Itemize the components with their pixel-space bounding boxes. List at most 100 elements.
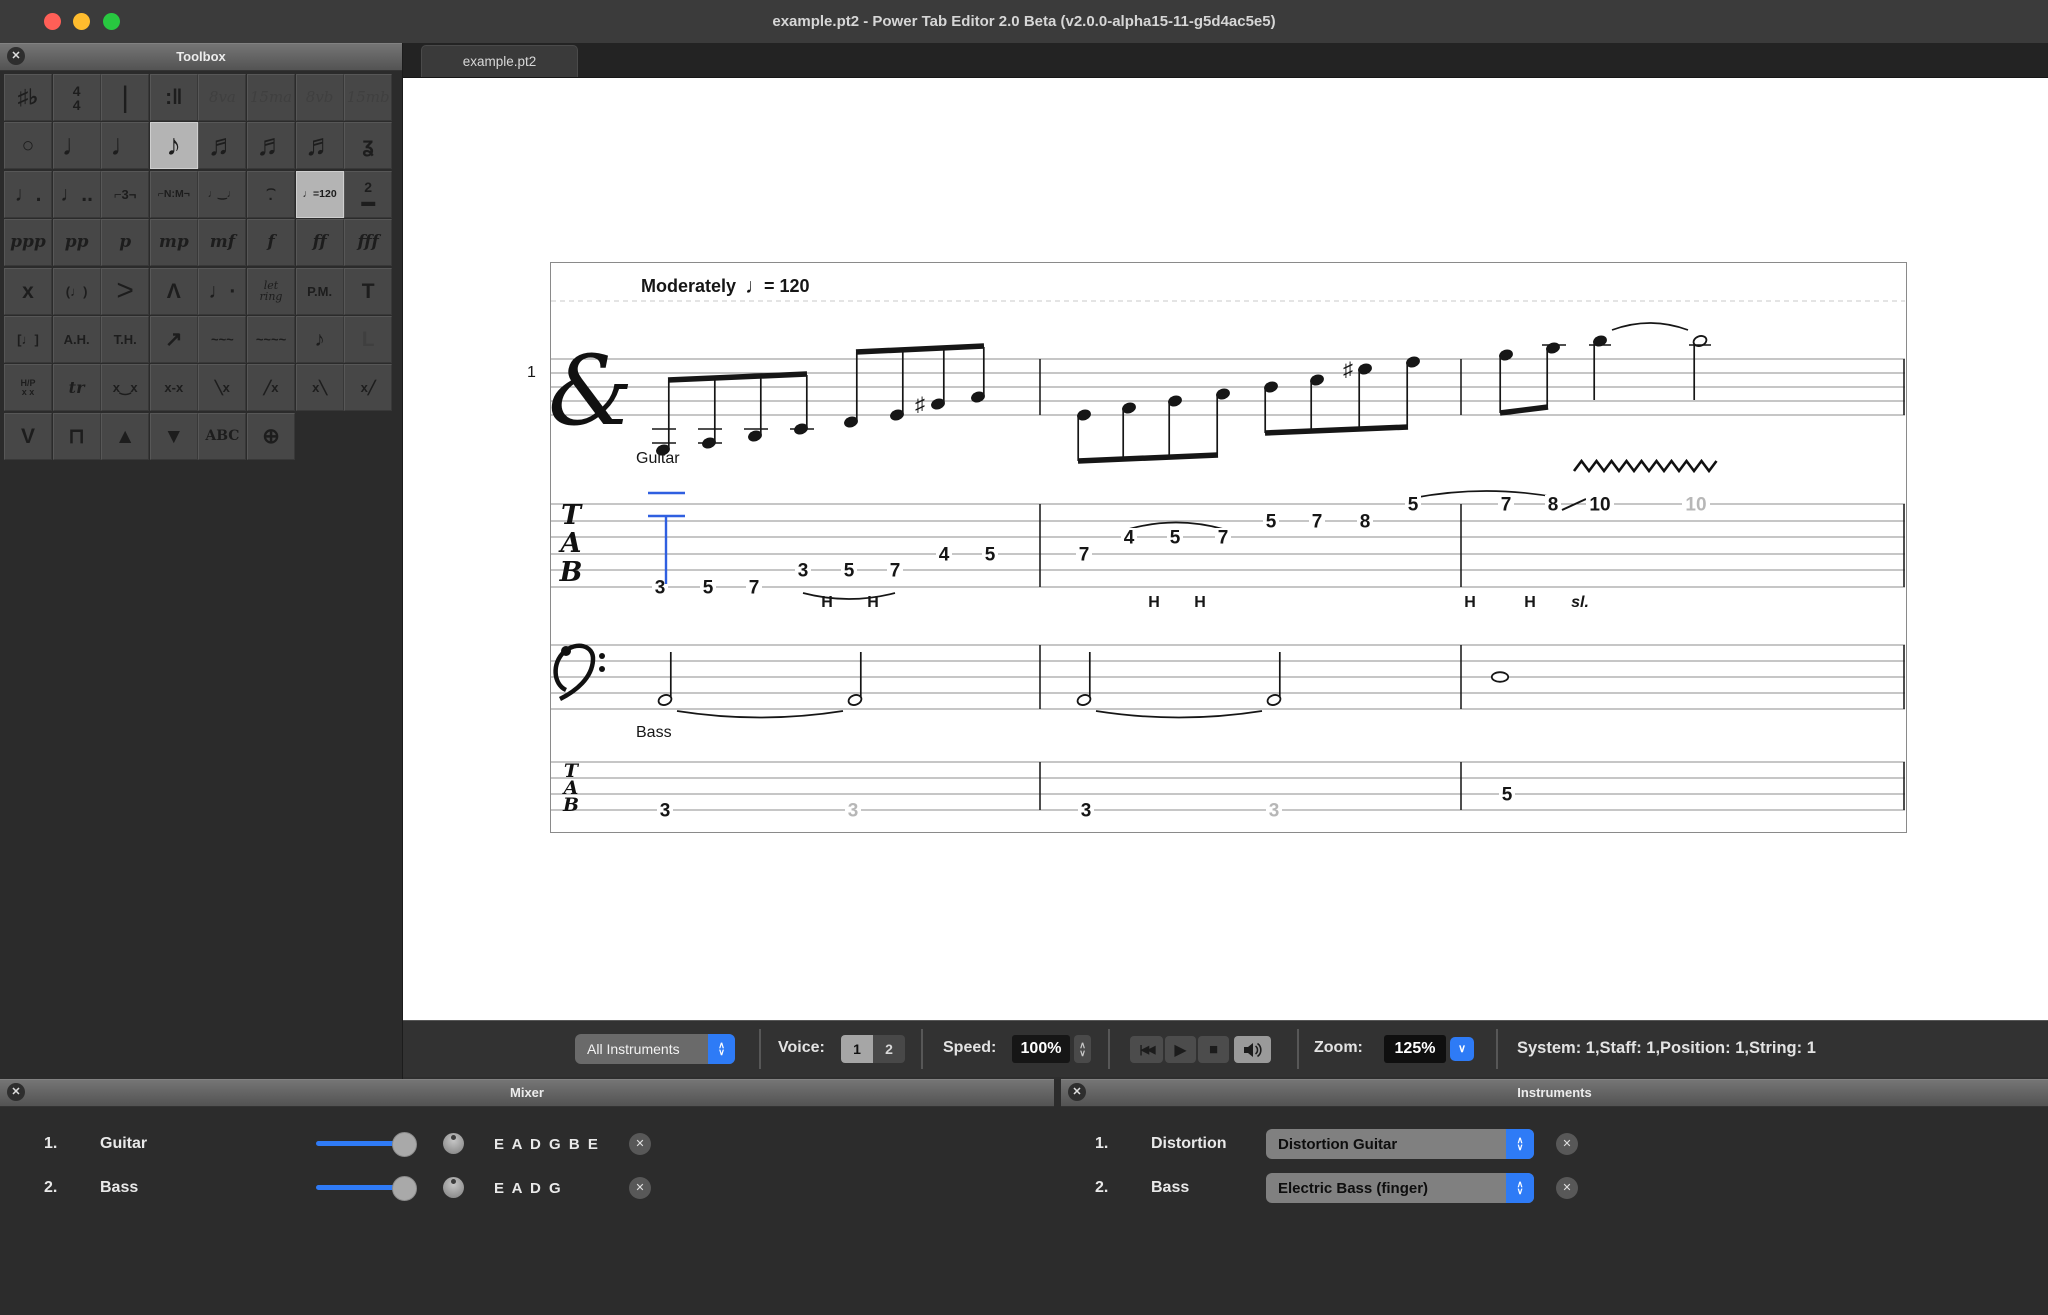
tuning-label: E A D G: [494, 1180, 563, 1197]
voice-2-button[interactable]: 2: [873, 1035, 905, 1063]
tuning-label: E A D G B E: [494, 1136, 600, 1153]
app-window: example.pt2 - Power Tab Editor 2.0 Beta …: [0, 0, 2048, 1315]
guitar-tab-number: 7: [1079, 545, 1090, 566]
pan-knob[interactable]: [443, 1177, 464, 1198]
notehead: [1492, 672, 1508, 682]
playback-toolbar: All Instruments ∧∨ Voice: 1 2 Speed: 100…: [403, 1020, 2048, 1077]
bass-clef-icon: [599, 653, 605, 659]
tab-clef-icon: T: [561, 500, 583, 531]
technique-label: H: [1464, 594, 1476, 611]
divider: [1297, 1029, 1299, 1069]
remove-player-button[interactable]: ✕: [629, 1177, 651, 1199]
volume-slider-handle[interactable]: [392, 1176, 417, 1201]
instruments-title: Instruments: [1517, 1085, 1591, 1100]
remove-player-button[interactable]: ✕: [629, 1133, 651, 1155]
speed-label: Speed:: [943, 1039, 996, 1057]
volume-slider-handle[interactable]: [392, 1132, 417, 1157]
close-icon[interactable]: ✕: [7, 1083, 25, 1101]
tempo-value: = 120: [764, 276, 810, 296]
technique-label: H: [821, 594, 833, 611]
bass-staff-label: Bass: [636, 724, 672, 741]
mixer-row-number: 2.: [44, 1179, 57, 1197]
technique-label: sl.: [1571, 594, 1589, 611]
technique-label: H: [1524, 594, 1536, 611]
instrument-row-number: 2.: [1095, 1179, 1108, 1197]
instrument-row-name: Distortion: [1151, 1135, 1227, 1153]
status-text: System: 1,Staff: 1,Position: 1,String: 1: [1517, 1039, 1816, 1058]
mixer-row-number: 1.: [44, 1135, 57, 1153]
stop-button[interactable]: ■: [1198, 1036, 1229, 1063]
play-button[interactable]: ▶: [1165, 1036, 1196, 1063]
guitar-tab-number: 4: [1124, 528, 1135, 549]
guitar-tab-number: 4: [939, 545, 950, 566]
remove-instrument-button[interactable]: ✕: [1556, 1177, 1578, 1199]
guitar-tab-number: 10: [1589, 495, 1610, 516]
bass-tab-number: 3: [660, 801, 671, 822]
score-page: [551, 263, 1907, 833]
all-instruments-select[interactable]: All Instruments ∧∨: [575, 1034, 735, 1064]
voice-1-button[interactable]: 1: [841, 1035, 873, 1063]
instruments-panel: ✕ Instruments 1. Distortion Distortion G…: [1061, 1079, 2048, 1107]
guitar-tab-number: 7: [749, 578, 760, 599]
divider: [921, 1029, 923, 1069]
bass-tab-number: 3: [848, 801, 859, 822]
close-icon[interactable]: ✕: [1068, 1083, 1086, 1101]
divider: [1496, 1029, 1498, 1069]
guitar-tab-number: 7: [1312, 512, 1323, 533]
technique-label: H: [1148, 594, 1160, 611]
guitar-tab-number: 7: [890, 561, 901, 582]
tempo-text: Moderately: [641, 276, 736, 296]
select-chevrons-icon: ∧∨: [708, 1034, 735, 1064]
zoom-value[interactable]: 125%: [1384, 1035, 1446, 1063]
bass-tab-number: 5: [1502, 785, 1513, 806]
bass-tab-number: 3: [1081, 801, 1092, 822]
technique-label: H: [1194, 594, 1206, 611]
voice-label: Voice:: [778, 1039, 825, 1057]
bass-tab-number: 3: [1269, 801, 1280, 822]
zoom-label: Zoom:: [1314, 1039, 1363, 1057]
mixer-row-name: Guitar: [100, 1135, 147, 1153]
guitar-tab-number: 3: [798, 561, 809, 582]
tab-clef-icon: B: [562, 794, 579, 816]
guitar-tab-number: 10: [1685, 495, 1706, 516]
guitar-tab-number: 8: [1548, 495, 1559, 516]
tempo-note-icon: ♩: [745, 275, 766, 298]
rewind-button[interactable]: |◀◀: [1130, 1036, 1163, 1063]
bottom-panels: ✕ Mixer 1. Guitar E A D G B E ✕ 2. Bass …: [0, 1079, 2048, 1315]
volume-button[interactable]: [1234, 1036, 1271, 1063]
guitar-tab-number: 5: [1170, 528, 1181, 549]
guitar-tab-number: 7: [1218, 528, 1229, 549]
guitar-tab-number: 5: [844, 561, 855, 582]
mixer-header: ✕ Mixer: [0, 1079, 1054, 1107]
guitar-tab-number: 5: [1408, 495, 1419, 516]
bass-clef-icon: [599, 666, 605, 672]
instrument-preset-label: Distortion Guitar: [1266, 1136, 1506, 1153]
speed-value[interactable]: 100%: [1012, 1035, 1070, 1063]
instrument-row-name: Bass: [1151, 1179, 1189, 1197]
instrument-preset-select[interactable]: Distortion Guitar ∧∨: [1266, 1129, 1534, 1159]
mixer-title: Mixer: [510, 1085, 544, 1100]
bass-clef-icon: [561, 646, 571, 656]
instrument-preset-label: Electric Bass (finger): [1266, 1180, 1506, 1197]
sharp-sign: ♯: [1343, 359, 1353, 381]
instrument-row-number: 1.: [1095, 1135, 1108, 1153]
speaker-icon: [1242, 1041, 1264, 1059]
technique-label: H: [867, 594, 879, 611]
treble-clef-icon: &: [548, 335, 633, 447]
guitar-tab-number: 5: [985, 545, 996, 566]
pan-knob[interactable]: [443, 1133, 464, 1154]
mixer-panel: ✕ Mixer 1. Guitar E A D G B E ✕ 2. Bass …: [0, 1079, 1054, 1107]
guitar-tab-number: 5: [1266, 512, 1277, 533]
tab-clef-icon: B: [559, 557, 583, 588]
speed-stepper[interactable]: ∧∨: [1074, 1035, 1091, 1063]
divider: [759, 1029, 761, 1069]
mixer-row-name: Bass: [100, 1179, 138, 1197]
guitar-tab-number: 8: [1360, 512, 1371, 533]
all-instruments-label: All Instruments: [575, 1041, 708, 1057]
divider: [1108, 1029, 1110, 1069]
remove-instrument-button[interactable]: ✕: [1556, 1133, 1578, 1155]
zoom-dropdown-button[interactable]: ∨: [1450, 1037, 1474, 1061]
instrument-preset-select[interactable]: Electric Bass (finger) ∧∨: [1266, 1173, 1534, 1203]
tab-clef-icon: A: [558, 528, 582, 559]
guitar-tab-number: 5: [703, 578, 714, 599]
